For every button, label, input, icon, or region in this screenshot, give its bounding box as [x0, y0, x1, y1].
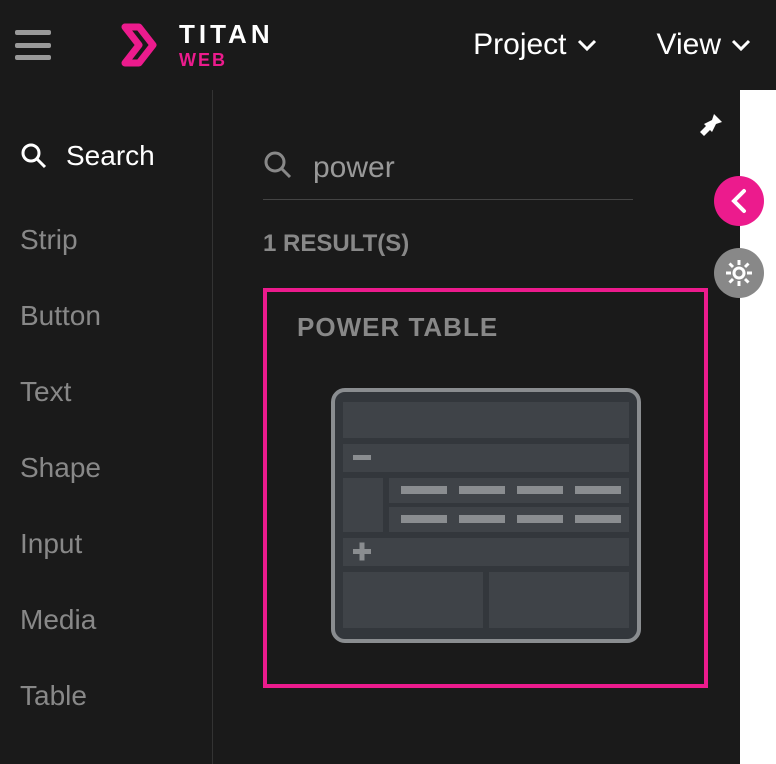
result-title: POWER TABLE [297, 312, 674, 343]
menu-project[interactable]: Project [473, 28, 596, 62]
sidebar-item-shape[interactable]: Shape [0, 430, 212, 506]
sidebar-item-strip[interactable]: Strip [0, 202, 212, 278]
panel-search [263, 150, 633, 200]
sidebar-item-text[interactable]: Text [0, 354, 212, 430]
sidebar-search-button[interactable]: Search [0, 120, 212, 202]
panel-search-input[interactable] [313, 151, 633, 185]
sidebar-item-media[interactable]: Media [0, 582, 212, 658]
brand-text: TITAN WEB [179, 21, 274, 69]
search-icon [263, 150, 293, 185]
main-area: Search Strip Button Text Shape Input Med… [0, 90, 776, 764]
chevron-left-icon [730, 188, 748, 214]
results-count-label: 1 RESULT(S) [263, 230, 746, 258]
header-menu: Project View [473, 28, 751, 62]
search-icon [20, 142, 48, 170]
sidebar-item-button[interactable]: Button [0, 278, 212, 354]
settings-button[interactable] [714, 248, 764, 298]
elements-panel: 1 RESULT(S) POWER TABLE [213, 90, 776, 764]
brand-logo[interactable]: TITAN WEB [111, 17, 274, 73]
brand-title: TITAN [179, 21, 274, 47]
menu-view[interactable]: View [657, 28, 751, 62]
sidebar-search-label: Search [66, 140, 155, 172]
brand-subtitle: WEB [179, 51, 274, 69]
app-header: TITAN WEB Project View [0, 0, 776, 90]
chevron-down-icon [577, 39, 597, 51]
pin-button[interactable] [694, 110, 726, 147]
result-card-power-table[interactable]: POWER TABLE [263, 288, 708, 688]
logo-mark-icon [111, 17, 167, 73]
sidebar-item-table[interactable]: Table [0, 658, 212, 734]
sidebar: Search Strip Button Text Shape Input Med… [0, 90, 213, 764]
collapse-panel-button[interactable] [714, 176, 764, 226]
table-preview-icon [331, 388, 641, 643]
sidebar-item-input[interactable]: Input [0, 506, 212, 582]
chevron-down-icon [731, 39, 751, 51]
sidebar-items: Strip Button Text Shape Input Media Tabl… [0, 202, 212, 734]
menu-view-label: View [657, 28, 721, 62]
gear-icon [724, 258, 754, 288]
menu-toggle-button[interactable] [15, 30, 51, 60]
menu-project-label: Project [473, 28, 566, 62]
result-preview [297, 388, 674, 643]
